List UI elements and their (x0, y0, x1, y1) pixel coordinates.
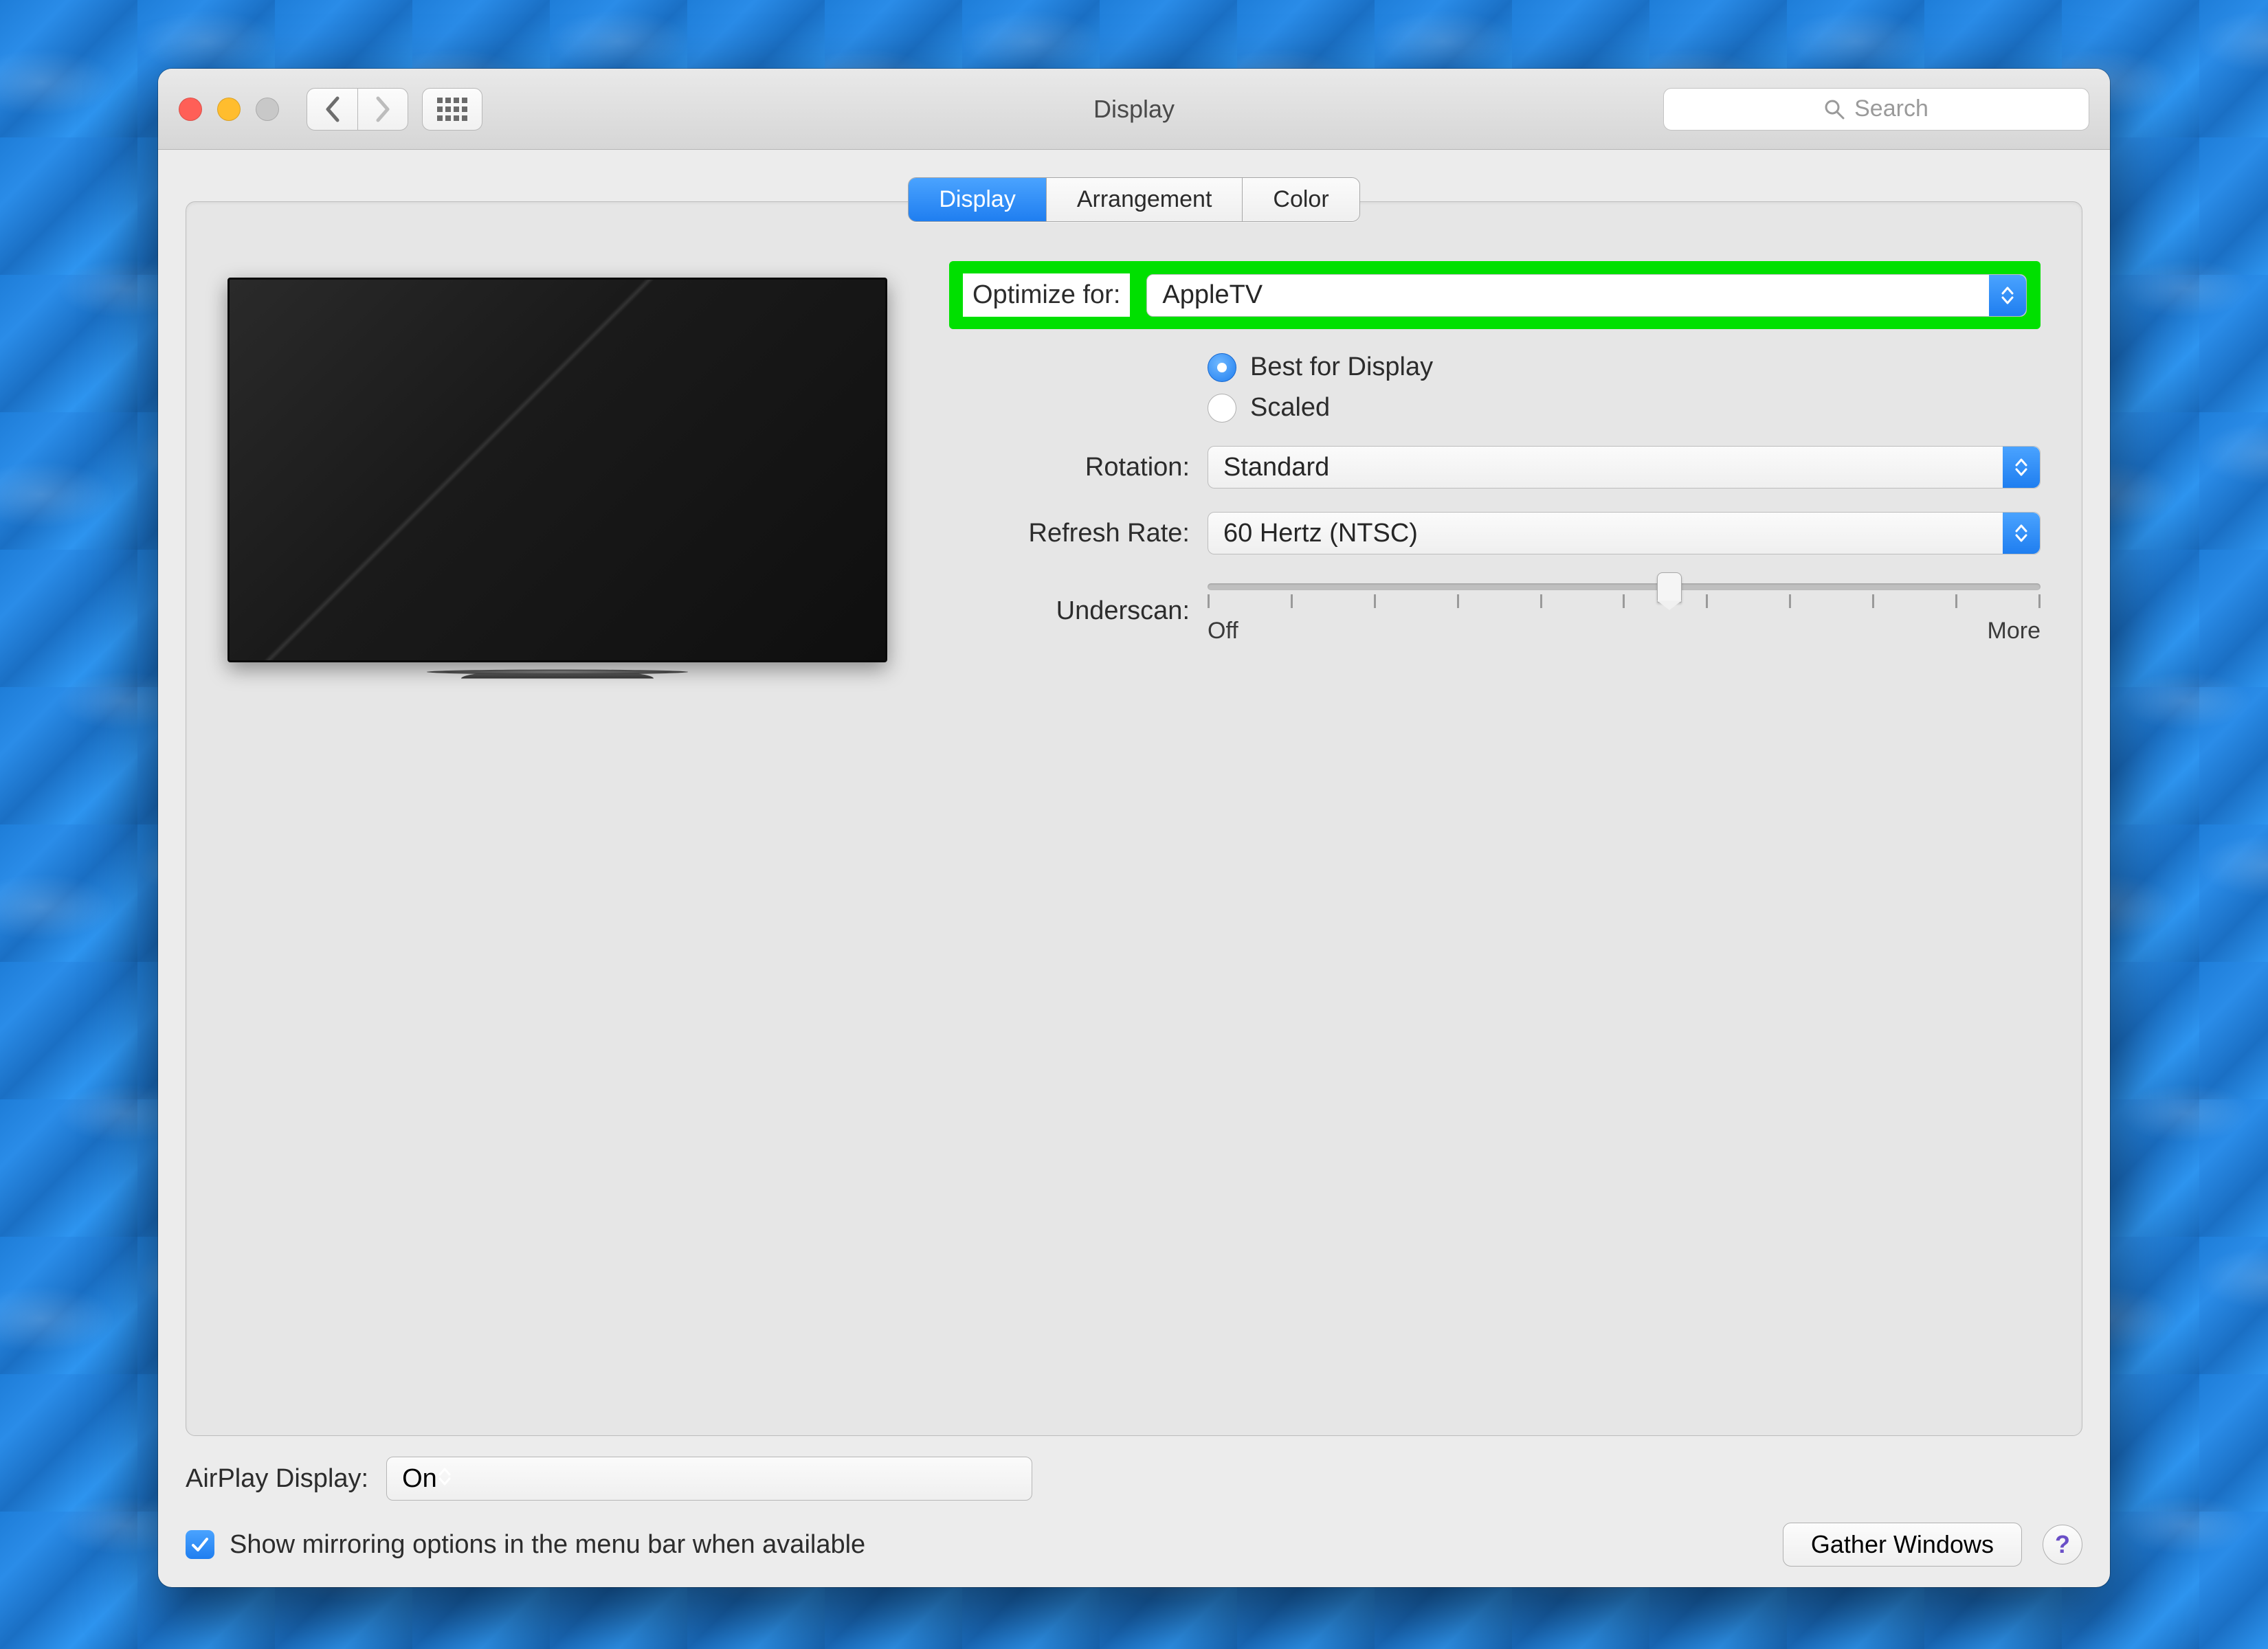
optimize-for-highlight: Optimize for: AppleTV (949, 261, 2041, 329)
help-button[interactable]: ? (2043, 1525, 2082, 1564)
popup-stepper-icon (2003, 513, 2040, 554)
content-panel: Optimize for: AppleTV Best for Display (186, 201, 2082, 1436)
minimize-icon[interactable] (217, 98, 241, 121)
resolution-scaled-radio[interactable]: Scaled (1208, 393, 2041, 423)
resolution-radio-group: Best for Display Scaled (1208, 352, 2041, 423)
optimize-for-label: Optimize for: (963, 273, 1130, 317)
refresh-rate-row: Refresh Rate: 60 Hertz (NTSC) (956, 512, 2041, 554)
window-controls (179, 98, 279, 121)
nav-buttons (307, 88, 408, 131)
rotation-value: Standard (1223, 453, 1329, 482)
mirroring-checkbox[interactable] (186, 1530, 214, 1559)
underscan-row: Underscan: Off More (956, 578, 2041, 644)
radio-icon (1208, 394, 1236, 423)
popup-stepper-icon (437, 1464, 452, 1494)
window-body: Display Arrangement Color Optimize for: … (158, 150, 2110, 1587)
bottom-row: Show mirroring options in the menu bar w… (186, 1523, 2082, 1567)
resolution-best-label: Best for Display (1250, 352, 1433, 382)
forward-button[interactable] (357, 88, 408, 131)
popup-stepper-icon (2003, 447, 2040, 488)
popup-stepper-icon (1989, 275, 2026, 316)
underscan-max-label: More (1988, 618, 2041, 644)
tab-control: Display Arrangement Color (186, 177, 2082, 222)
airplay-value: On (402, 1464, 437, 1494)
airplay-label: AirPlay Display: (186, 1464, 368, 1494)
footer: AirPlay Display: On Show mirroring optio… (186, 1457, 2082, 1567)
tab-display[interactable]: Display (909, 178, 1046, 221)
grid-icon (437, 98, 467, 121)
search-placeholder: Search (1854, 96, 1928, 122)
rotation-popup[interactable]: Standard (1208, 446, 2041, 489)
rotation-label: Rotation: (956, 453, 1190, 482)
checkmark-icon (190, 1535, 210, 1554)
underscan-label: Underscan: (956, 596, 1190, 626)
titlebar: Display Search (158, 69, 2110, 150)
close-icon[interactable] (179, 98, 202, 121)
chevron-left-icon (324, 96, 342, 123)
show-all-button[interactable] (422, 88, 482, 131)
rotation-row: Rotation: Standard (956, 446, 2041, 489)
refresh-rate-value: 60 Hertz (NTSC) (1223, 519, 1418, 548)
resolution-best-radio[interactable]: Best for Display (1208, 352, 2041, 382)
underscan-min-label: Off (1208, 618, 1238, 644)
tab-color[interactable]: Color (1243, 178, 1359, 221)
airplay-row: AirPlay Display: On (186, 1457, 2082, 1501)
zoom-icon (256, 98, 279, 121)
optimize-for-value: AppleTV (1162, 280, 1263, 310)
help-icon: ? (2055, 1530, 2070, 1559)
slider-thumb-icon[interactable] (1657, 572, 1682, 603)
refresh-rate-label: Refresh Rate: (956, 519, 1190, 548)
search-input[interactable]: Search (1663, 88, 2089, 131)
optimize-for-popup[interactable]: AppleTV (1146, 274, 2027, 317)
back-button[interactable] (307, 88, 357, 131)
underscan-slider[interactable]: Off More (1208, 578, 2041, 644)
gather-windows-button[interactable]: Gather Windows (1783, 1523, 2022, 1567)
refresh-rate-popup[interactable]: 60 Hertz (NTSC) (1208, 512, 2041, 554)
tab-arrangement[interactable]: Arrangement (1047, 178, 1243, 221)
settings-column: Optimize for: AppleTV Best for Display (956, 257, 2041, 1408)
monitor-icon (227, 278, 887, 683)
mirroring-label: Show mirroring options in the menu bar w… (230, 1530, 865, 1560)
radio-icon (1208, 353, 1236, 382)
chevron-right-icon (374, 96, 392, 123)
airplay-display-popup[interactable]: On (386, 1457, 1032, 1501)
display-preview (227, 257, 922, 1408)
preferences-window: Display Search Display Arrangement Color (158, 69, 2110, 1587)
search-icon (1824, 99, 1845, 120)
resolution-scaled-label: Scaled (1250, 393, 1330, 423)
